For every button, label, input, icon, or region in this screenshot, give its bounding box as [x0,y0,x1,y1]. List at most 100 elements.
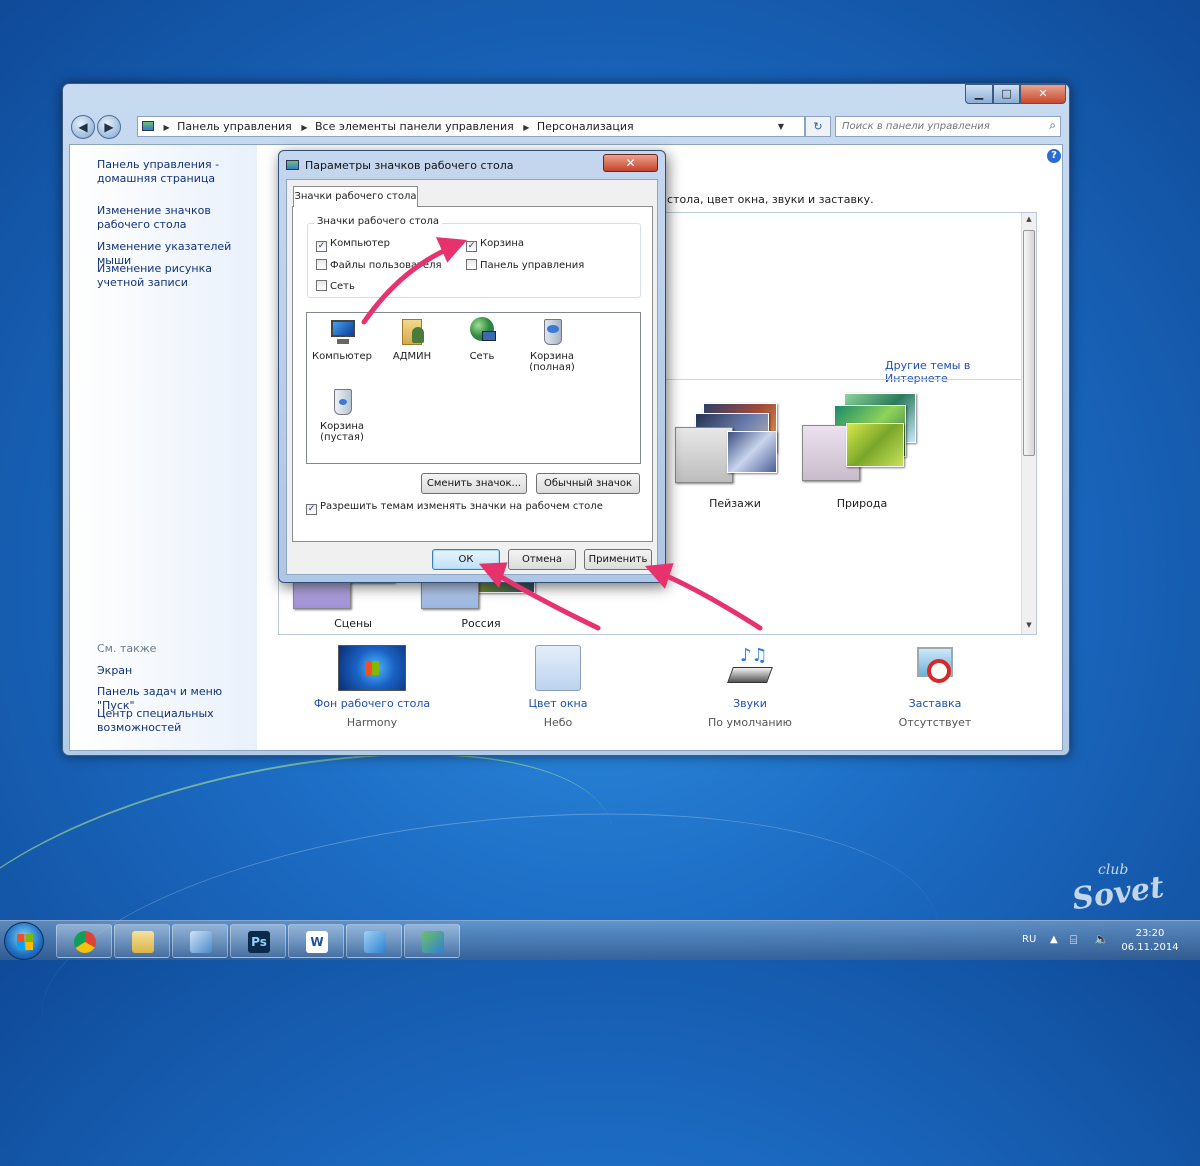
checkbox-label: Разрешить темам изменять значки на рабоч… [320,501,603,512]
taskbar-personalization[interactable] [404,924,460,958]
volume-icon[interactable]: 🔈 [1094,932,1109,946]
scroll-up-icon[interactable]: ▲ [1022,215,1036,223]
theme-nature[interactable] [802,393,922,483]
checkbox-checked-icon[interactable]: ✓ [466,241,477,252]
breadcrumb-personalization[interactable]: Персонализация [537,120,634,133]
more-themes-link[interactable]: Другие темы в Интернете [885,359,1036,385]
checkbox-label: Файлы пользователя [330,260,442,271]
cancel-button[interactable]: Отмена [508,549,576,570]
network-tray-icon[interactable]: ⌸ [1070,933,1077,948]
minimize-button[interactable]: ▁ [965,84,993,104]
preview-recycle-full[interactable]: Корзина (полная) [519,317,585,373]
checkbox-label: Сеть [330,281,355,292]
sounds-item[interactable]: ♪♫ Звуки По умолчанию [660,645,840,729]
personalization-icon [422,931,444,953]
checkbox-empty-icon[interactable] [316,280,327,291]
control-panel-icon [142,121,154,131]
search-icon[interactable]: ⌕ [1049,118,1056,133]
photoshop-icon: Ps [248,931,270,953]
forward-button[interactable]: ▶ [97,115,121,139]
control-panel-icon [364,931,386,953]
checkbox-network[interactable]: Сеть [316,280,355,292]
windows-logo-icon [17,934,33,950]
address-bar[interactable]: ▶ Панель управления ▶ Все элементы панел… [137,116,805,137]
theme-landscapes[interactable] [675,399,795,489]
screensaver-link[interactable]: Заставка [845,697,1025,710]
theme-label-russia: Россия [461,617,501,630]
preview-label: Корзина (полная) [529,351,575,373]
checkbox-allow-themes[interactable]: ✓ Разрешить темам изменять значки на рабо… [306,501,603,515]
checkbox-empty-icon[interactable] [466,259,477,270]
back-button[interactable]: ◀ [71,115,95,139]
sidebar-link-home[interactable]: Панель управления - домашняя страница [97,158,257,186]
scroll-thumb[interactable] [1023,230,1035,456]
checkbox-label: Панель управления [480,260,585,271]
preview-recycle-empty[interactable]: Корзина (пустая) [309,387,375,443]
clock-date: 06.11.2014 [1121,942,1179,953]
preview-network[interactable]: Сеть [449,317,515,362]
themes-scrollbar[interactable]: ▲ ▼ [1021,213,1036,634]
taskbar-photo-viewer[interactable] [172,924,228,958]
screensaver-value: Отсутствует [898,716,972,729]
language-indicator[interactable]: RU [1022,934,1036,945]
clock[interactable]: 23:20 06.11.2014 [1118,927,1182,955]
sounds-icon: ♪♫ [726,645,774,691]
breadcrumb-control-panel[interactable]: Панель управления [177,120,292,133]
computer-icon [328,317,356,347]
chrome-icon [74,931,96,953]
maximize-button[interactable]: □ [993,84,1020,104]
sidebar-link-account-picture[interactable]: Изменение рисунка учетной записи [97,262,257,290]
checkbox-empty-icon[interactable] [316,259,327,270]
dialog-body: Значки рабочего стола Значки рабочего ст… [286,179,658,575]
breadcrumb-all-items[interactable]: Все элементы панели управления [315,120,514,133]
default-icon-button[interactable]: Обычный значок [536,473,640,494]
screensaver-item[interactable]: Заставка Отсутствует [845,645,1025,729]
scroll-down-icon[interactable]: ▼ [1022,621,1036,629]
sidebar: Панель управления - домашняя страница Из… [70,145,257,750]
close-window-button[interactable]: ✕ [1020,84,1066,104]
dialog-close-button[interactable]: ✕ [603,154,658,172]
sidebar-link-desktop-icons[interactable]: Изменение значков рабочего стола [97,204,257,232]
see-also-accessibility[interactable]: Центр специальных возможностей [97,707,257,735]
sounds-link[interactable]: Звуки [660,697,840,710]
breadcrumb-separator: ▶ [163,123,170,132]
desktop-background-item[interactable]: Фон рабочего стола Harmony [282,645,462,729]
tray-expand-icon[interactable]: ▲ [1050,934,1058,945]
address-dropdown-icon[interactable]: ▼ [778,117,784,136]
help-icon[interactable]: ? [1047,149,1061,163]
checkbox-checked-icon[interactable]: ✓ [306,504,317,515]
tab-panel: Значки рабочего стола ✓ Компьютер ✓ Корзин… [292,206,653,542]
taskbar-chrome[interactable] [56,924,112,958]
see-also-display[interactable]: Экран [97,664,257,678]
apply-button[interactable]: Применить [584,549,652,570]
ok-button[interactable]: ОК [432,549,500,570]
change-icon-button[interactable]: Сменить значок... [421,473,527,494]
user-folder-icon [398,317,426,347]
window-color-link[interactable]: Цвет окна [468,697,648,710]
watermark-text-main: Sovet [1070,869,1167,918]
explorer-icon [132,931,154,953]
desktop-background-link[interactable]: Фон рабочего стола [282,697,462,710]
checkbox-user-files[interactable]: Файлы пользователя [316,259,441,271]
preview-admin[interactable]: АДМИН [379,317,445,362]
search-box[interactable]: ⌕ [835,116,1061,137]
taskbar-word[interactable]: W [288,924,344,958]
desktop-icons-group: Значки рабочего стола ✓ Компьютер ✓ Корзин… [307,216,641,298]
taskbar-photoshop[interactable]: Ps [230,924,286,958]
refresh-button[interactable]: ↻ [805,116,831,137]
breadcrumb-separator: ▶ [301,123,308,132]
checkbox-control-panel[interactable]: Панель управления [466,259,584,271]
breadcrumb-separator: ▶ [523,123,530,132]
window-color-item[interactable]: Цвет окна Небо [468,645,648,729]
search-input[interactable] [836,117,1036,136]
desktop-icon-settings-dialog: Параметры значков рабочего стола ✕ Значк… [278,150,666,583]
start-button[interactable] [4,922,44,960]
checkbox-computer[interactable]: ✓ Компьютер [316,238,390,252]
checkbox-recycle-bin[interactable]: ✓ Корзина [466,238,524,252]
clock-time: 23:20 [1135,928,1165,939]
preview-computer[interactable]: Компьютер [309,317,375,362]
tab-desktop-icons[interactable]: Значки рабочего стола [293,186,418,207]
taskbar-explorer[interactable] [114,924,170,958]
taskbar-control-panel[interactable] [346,924,402,958]
checkbox-checked-icon[interactable]: ✓ [316,241,327,252]
